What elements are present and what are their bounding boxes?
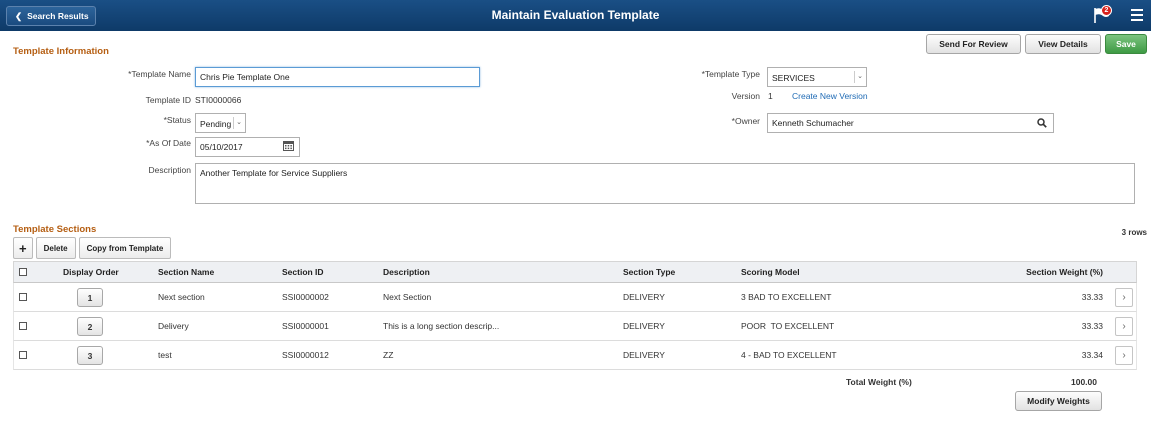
create-new-version-link[interactable]: Create New Version [792, 91, 868, 101]
total-weight-value: 100.00 [1071, 377, 1097, 387]
template-sections-title: Template Sections [13, 224, 97, 235]
description-textarea[interactable]: Another Template for Service Suppliers [195, 163, 1135, 204]
col-section-name: Section Name [158, 267, 215, 277]
template-information-title: Template Information [13, 46, 109, 57]
plus-icon: + [19, 240, 27, 256]
scoring-model: 4 - BAD TO EXCELLENT [741, 350, 837, 360]
select-all-checkbox[interactable] [19, 268, 27, 276]
section-weight: 33.33 [1081, 321, 1103, 331]
col-section-id: Section ID [282, 267, 324, 277]
template-name-label: *Template Name [128, 69, 191, 79]
scoring-model: POOR TO EXCELLENT [741, 321, 835, 331]
section-type: DELIVERY [623, 292, 665, 302]
template-type-select[interactable]: SERVICES ⌄ [767, 67, 867, 87]
owner-value: Kenneth Schumacher [772, 118, 854, 128]
col-section-type: Section Type [623, 267, 676, 277]
modify-weights-button[interactable]: Modify Weights [1015, 391, 1102, 411]
display-order-button[interactable]: 2 [77, 317, 103, 336]
owner-label: *Owner [731, 116, 760, 126]
version-label: Version [731, 91, 760, 101]
section-description: This is a long section descrip... [383, 321, 500, 331]
col-section-weight: Section Weight (%) [1026, 267, 1103, 277]
row-checkbox[interactable] [19, 322, 27, 330]
section-description: Next Section [383, 292, 432, 302]
template-type-label: *Template Type [701, 69, 760, 79]
section-id: SSI0000012 [282, 350, 329, 360]
template-name-input[interactable]: Chris Pie Template One [195, 67, 480, 87]
template-id-value: STI0000066 [195, 95, 242, 105]
status-selected-value: Pending [200, 119, 232, 129]
save-button[interactable]: Save [1105, 34, 1147, 54]
as-of-date-label: *As Of Date [146, 138, 191, 148]
sections-toolbar: + Delete Copy from Template [13, 237, 172, 260]
template-id-label: Template ID [145, 95, 191, 105]
chevron-down-icon: ⌄ [854, 71, 865, 83]
as-of-date-value: 05/10/2017 [200, 142, 243, 152]
section-description: ZZ [383, 350, 394, 360]
section-name: test [158, 350, 172, 360]
notification-badge: 2 [1101, 5, 1112, 16]
section-type: DELIVERY [623, 321, 665, 331]
section-id: SSI0000001 [282, 321, 329, 331]
display-order-button[interactable]: 1 [77, 288, 103, 307]
chevron-down-icon: ⌄ [233, 117, 244, 129]
status-select[interactable]: Pending ⌄ [195, 113, 246, 133]
section-weight: 33.33 [1081, 292, 1103, 302]
section-type: DELIVERY [623, 350, 665, 360]
display-order-button[interactable]: 3 [77, 346, 103, 365]
chevron-right-icon[interactable]: › [1115, 346, 1133, 365]
delete-button[interactable]: Delete [35, 237, 76, 259]
col-display-order: Display Order [63, 267, 119, 277]
menu-icon[interactable] [1131, 9, 1143, 21]
row-checkbox[interactable] [19, 351, 27, 359]
search-icon[interactable] [1037, 118, 1047, 128]
chevron-right-icon[interactable]: › [1115, 288, 1133, 307]
calendar-icon[interactable] [283, 140, 294, 151]
section-id: SSI0000002 [282, 292, 329, 302]
copy-from-template-button[interactable]: Copy from Template [78, 237, 172, 259]
section-name: Next section [158, 292, 205, 302]
chevron-right-icon[interactable]: › [1115, 317, 1133, 336]
grid-header: Display Order Section Name Section ID De… [13, 261, 1137, 283]
top-bar: ❮ Search Results Maintain Evaluation Tem… [0, 0, 1151, 31]
table-row: 3 test SSI0000012 ZZ DELIVERY 4 - BAD TO… [13, 341, 1137, 370]
add-row-button[interactable]: + [13, 237, 33, 259]
status-label: *Status [163, 115, 191, 125]
col-scoring-model: Scoring Model [741, 267, 800, 277]
col-description: Description [383, 267, 430, 277]
section-weight: 33.34 [1081, 350, 1103, 360]
table-row: 1 Next section SSI0000002 Next Section D… [13, 283, 1137, 312]
rows-count: 3 rows [1121, 228, 1147, 237]
section-name: Delivery [158, 321, 189, 331]
template-type-selected-value: SERVICES [772, 73, 815, 83]
send-for-review-button[interactable]: Send For Review [926, 34, 1021, 54]
scoring-model: 3 BAD TO EXCELLENT [741, 292, 832, 302]
version-value: 1 [768, 91, 773, 101]
description-label: Description [148, 165, 191, 175]
row-checkbox[interactable] [19, 293, 27, 301]
owner-input[interactable]: Kenneth Schumacher [767, 113, 1054, 133]
page-title: Maintain Evaluation Template [491, 8, 660, 22]
view-details-button[interactable]: View Details [1025, 34, 1101, 54]
total-weight-label: Total Weight (%) [846, 377, 912, 387]
table-row: 2 Delivery SSI0000001 This is a long sec… [13, 312, 1137, 341]
sections-grid: Display Order Section Name Section ID De… [13, 261, 1137, 370]
